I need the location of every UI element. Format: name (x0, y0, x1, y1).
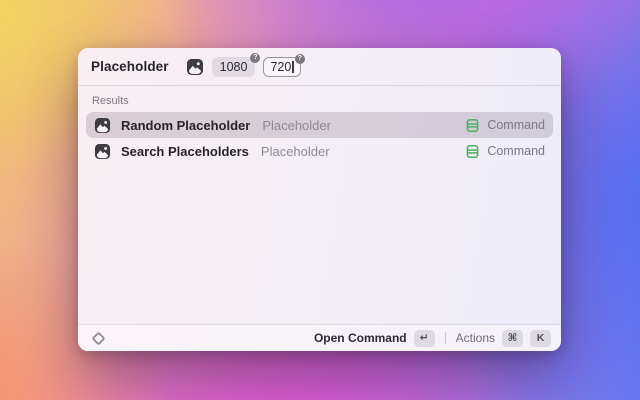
footer-actions: Open Command ↵ Actions ⌘ K (314, 329, 551, 347)
accessory-label: Command (487, 118, 545, 132)
footer-separator (444, 332, 446, 344)
height-field[interactable]: 720 ? (263, 53, 305, 77)
k-keycap: K (530, 329, 551, 347)
return-keycap: ↵ (413, 329, 435, 347)
nav-title: Placeholder (91, 59, 169, 74)
list-item-title: Random Placeholder (121, 117, 251, 133)
primary-action-button[interactable]: Open Command (314, 331, 407, 345)
desktop-background: Placeholder 1080 ? 720 ? Results Random … (0, 0, 640, 400)
width-field-info-badge[interactable]: ? (250, 52, 261, 63)
cmd-keycap: ⌘ (502, 329, 523, 347)
list-item-accessory: Command (465, 118, 545, 133)
actions-menu-button[interactable]: Actions (456, 331, 495, 345)
search-header: Placeholder 1080 ? 720 ? (78, 48, 561, 86)
width-field[interactable]: 1080 ? (211, 52, 261, 77)
text-caret (292, 60, 294, 73)
width-field-value: 1080 (219, 59, 248, 74)
launcher-window: Placeholder 1080 ? 720 ? Results Random … (78, 48, 561, 351)
placeholder-image-icon (94, 117, 111, 134)
list-item-search-placeholders[interactable]: Search Placeholders Placeholder Command (86, 138, 553, 164)
list-item-subtitle: Placeholder (262, 117, 331, 133)
results-list: Results Random Placeholder Placeholder C… (78, 86, 561, 324)
raycast-logo-icon (91, 331, 106, 346)
placeholder-image-icon (94, 143, 111, 160)
section-label: Results (92, 95, 129, 107)
action-bar: Open Command ↵ Actions ⌘ K (78, 324, 561, 351)
list-item-accessory: Command (465, 144, 545, 159)
list-item-subtitle: Placeholder (260, 143, 330, 159)
command-icon (465, 118, 480, 133)
height-field-info-badge[interactable]: ? (294, 53, 305, 64)
placeholder-image-icon (186, 58, 204, 76)
list-item-title: Search Placeholders (121, 143, 249, 159)
accessory-label: Command (487, 144, 545, 158)
height-field-value: 720 (270, 59, 292, 74)
command-icon (465, 144, 480, 159)
list-item-random-placeholder[interactable]: Random Placeholder Placeholder Command (86, 112, 553, 138)
